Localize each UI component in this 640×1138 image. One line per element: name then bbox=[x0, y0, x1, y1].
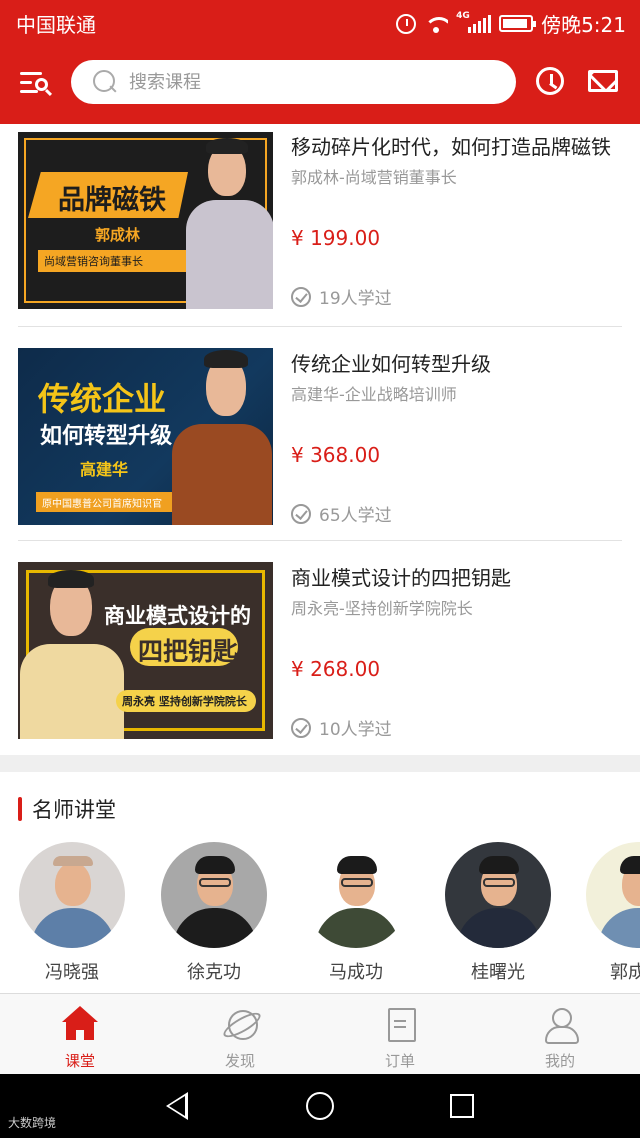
search-input[interactable] bbox=[129, 71, 489, 93]
avatar[interactable] bbox=[303, 842, 409, 948]
back-icon[interactable] bbox=[166, 1092, 188, 1120]
tab-orders[interactable]: 订单 bbox=[320, 994, 480, 1074]
planet-icon bbox=[220, 1006, 260, 1042]
learned-count: 19人学过 bbox=[291, 284, 622, 309]
learned-count: 10人学过 bbox=[291, 715, 622, 740]
course-lecturer: 高建华-企业战略培训师 bbox=[291, 385, 457, 404]
course-item[interactable]: 传统企业 如何转型升级 高建华 原中国惠普公司首席知识官 传统企业如何转型升级 … bbox=[18, 327, 622, 541]
teacher-card[interactable]: 冯晓强 bbox=[18, 842, 126, 984]
course-thumbnail[interactable]: 商业模式设计的 四把钥匙 周永亮 坚持创新学院院长 bbox=[18, 562, 273, 739]
watermark: 大数跨境 bbox=[8, 1116, 57, 1130]
course-title[interactable]: 移动碎片化时代，如何打造品牌磁铁 bbox=[291, 132, 622, 162]
course-price: ¥ 368.00 bbox=[291, 443, 381, 467]
thumbnail-name: 高建华 bbox=[80, 460, 129, 479]
avatar[interactable] bbox=[161, 842, 267, 948]
thumbnail-name: 郭成林 bbox=[95, 226, 141, 244]
home-icon bbox=[60, 1006, 100, 1042]
avatar[interactable] bbox=[19, 842, 125, 948]
thumbnail-subtitle: 如何转型升级 bbox=[40, 424, 173, 449]
clock: 傍晚5:21 bbox=[541, 13, 626, 37]
thumbnail-subtitle: 四把钥匙 bbox=[138, 637, 239, 666]
search-icon bbox=[93, 70, 117, 94]
course-lecturer: 周永亮-坚持创新学院院长 bbox=[291, 599, 473, 618]
tab-label: 我的 bbox=[544, 1052, 575, 1070]
course-price: ¥ 268.00 bbox=[291, 657, 381, 681]
lecturer-photo bbox=[18, 562, 128, 739]
battery-icon bbox=[499, 15, 537, 32]
user-icon bbox=[540, 1006, 580, 1044]
alarm-icon bbox=[396, 13, 417, 34]
lecturer-photo bbox=[178, 132, 273, 309]
learned-count-label: 65人学过 bbox=[319, 506, 392, 526]
network-type: 4G bbox=[456, 10, 470, 21]
home-circle-icon[interactable] bbox=[306, 1092, 334, 1120]
main-content[interactable]: 品牌磁铁 郭成林 尚域营销咨询董事长 移动碎片化时代，如何打造品牌磁铁 郭成林-… bbox=[0, 124, 640, 993]
course-lecturer: 郭成林-尚域营销董事长 bbox=[291, 168, 457, 187]
course-list: 品牌磁铁 郭成林 尚域营销咨询董事长 移动碎片化时代，如何打造品牌磁铁 郭成林-… bbox=[0, 124, 640, 755]
check-circle-icon bbox=[291, 717, 311, 738]
recent-apps-icon[interactable] bbox=[450, 1094, 474, 1118]
tab-label: 发现 bbox=[224, 1052, 255, 1070]
check-circle-icon bbox=[291, 286, 311, 307]
teacher-card[interactable]: 郭成 bbox=[586, 842, 640, 984]
avatar[interactable] bbox=[445, 842, 551, 948]
section-title: 名师讲堂 bbox=[32, 798, 116, 822]
menu-search-icon[interactable] bbox=[20, 70, 48, 98]
course-title[interactable]: 传统企业如何转型升级 bbox=[291, 349, 622, 379]
tab-classroom[interactable]: 课堂 bbox=[0, 994, 160, 1074]
course-info: 移动碎片化时代，如何打造品牌磁铁 郭成林-尚域营销董事长 ¥ 199.00 19… bbox=[291, 132, 622, 309]
carrier-label: 中国联通 bbox=[16, 13, 96, 37]
mail-icon[interactable] bbox=[588, 70, 618, 92]
learned-count-label: 19人学过 bbox=[319, 289, 392, 309]
signal-icon: 4G bbox=[456, 11, 492, 33]
section-marker bbox=[18, 797, 22, 821]
course-info: 传统企业如何转型升级 高建华-企业战略培训师 ¥ 368.00 65人学过 bbox=[291, 349, 622, 526]
teacher-name: 徐克功 bbox=[187, 962, 241, 983]
teacher-name: 马成功 bbox=[329, 962, 383, 983]
lecturer-photo bbox=[168, 348, 273, 525]
course-thumbnail[interactable]: 传统企业 如何转型升级 高建华 原中国惠普公司首席知识官 bbox=[18, 348, 273, 525]
thumbnail-title: 商业模式设计的 bbox=[104, 604, 251, 628]
teacher-name: 桂曙光 bbox=[471, 962, 525, 983]
course-thumbnail[interactable]: 品牌磁铁 郭成林 尚域营销咨询董事长 bbox=[18, 132, 273, 309]
course-item[interactable]: 商业模式设计的 四把钥匙 周永亮 坚持创新学院院长 商业模式设计的四把钥匙 周永… bbox=[18, 541, 622, 755]
tab-me[interactable]: 我的 bbox=[480, 994, 640, 1074]
wifi-icon bbox=[424, 15, 449, 33]
system-nav-bar bbox=[0, 1074, 640, 1138]
thumbnail-caption: 原中国惠普公司首席知识官 bbox=[42, 499, 162, 510]
section-header: 名师讲堂 bbox=[18, 794, 116, 824]
teacher-card[interactable]: 马成功 bbox=[302, 842, 410, 984]
tab-discover[interactable]: 发现 bbox=[160, 994, 320, 1074]
tab-label: 订单 bbox=[384, 1052, 415, 1070]
course-info: 商业模式设计的四把钥匙 周永亮-坚持创新学院院长 ¥ 268.00 10人学过 bbox=[291, 563, 622, 740]
history-icon[interactable] bbox=[536, 67, 564, 95]
avatar[interactable] bbox=[586, 842, 640, 948]
course-price: ¥ 199.00 bbox=[291, 226, 381, 250]
teacher-name: 冯晓强 bbox=[45, 962, 99, 983]
learned-count-label: 10人学过 bbox=[319, 720, 392, 740]
tab-label: 课堂 bbox=[64, 1052, 95, 1070]
teacher-card[interactable]: 徐克功 bbox=[160, 842, 268, 984]
thumbnail-caption: 尚域营销咨询董事长 bbox=[44, 255, 143, 268]
bottom-tab-bar: 课堂 发现 订单 我的 bbox=[0, 993, 640, 1074]
thumbnail-title: 品牌磁铁 bbox=[58, 185, 166, 216]
status-icons: 4G 傍晚5:21 bbox=[396, 9, 626, 38]
search-bar[interactable] bbox=[71, 60, 516, 104]
status-bar: 中国联通 4G 傍晚5:21 bbox=[0, 0, 640, 44]
teacher-card[interactable]: 桂曙光 bbox=[444, 842, 552, 984]
thumbnail-caption: 周永亮 坚持创新学院院长 bbox=[122, 695, 247, 708]
thumbnail-title: 传统企业 bbox=[38, 380, 167, 418]
teacher-name: 郭成 bbox=[610, 962, 640, 983]
course-item[interactable]: 品牌磁铁 郭成林 尚域营销咨询董事长 移动碎片化时代，如何打造品牌磁铁 郭成林-… bbox=[18, 124, 622, 327]
check-circle-icon bbox=[291, 503, 311, 524]
teachers-section: 名师讲堂 冯晓强 徐克功 马成功 桂曙光 郭成 bbox=[0, 772, 640, 993]
learned-count: 65人学过 bbox=[291, 501, 622, 526]
section-divider bbox=[0, 755, 640, 772]
order-icon bbox=[380, 1006, 420, 1042]
app-header bbox=[0, 44, 640, 124]
course-title[interactable]: 商业模式设计的四把钥匙 bbox=[291, 563, 622, 593]
